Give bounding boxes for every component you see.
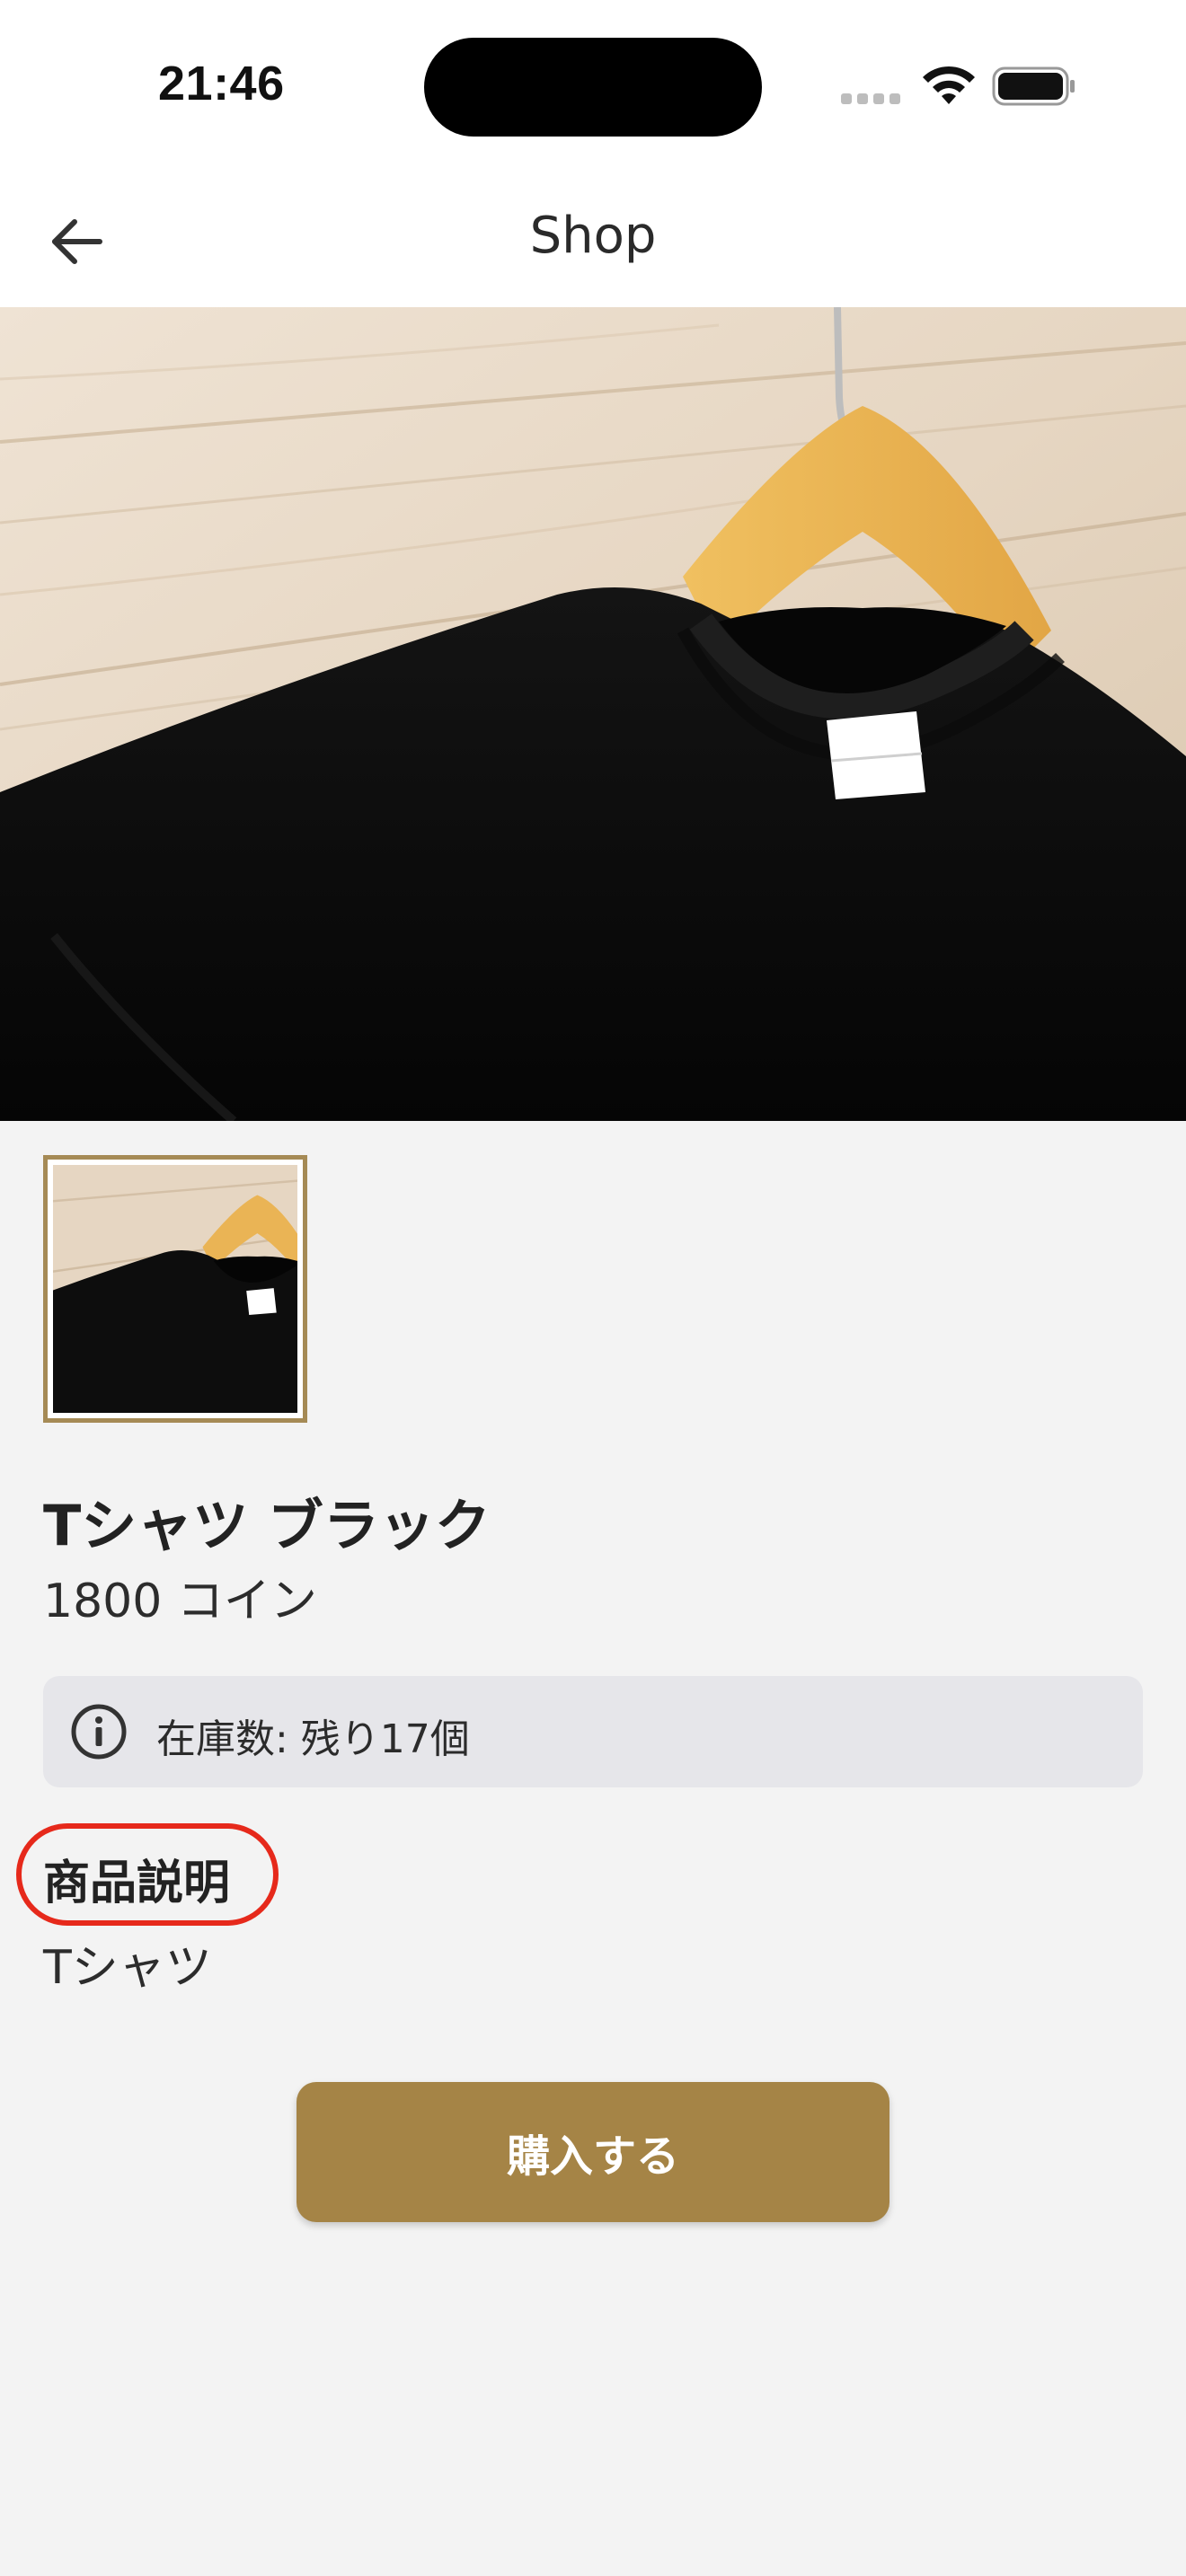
battery-icon [992, 66, 1075, 106]
stock-banner: 在庫数: 残り17個 [43, 1676, 1143, 1787]
product-price: 1800 コイン [43, 1575, 317, 1628]
purchase-button[interactable]: 購入する [296, 2082, 890, 2222]
info-icon [71, 1704, 127, 1760]
description-text: Tシャツ [43, 1941, 212, 1995]
dynamic-island [424, 38, 762, 137]
page-title: Shop [529, 207, 657, 265]
product-thumbnail[interactable] [43, 1155, 307, 1423]
wifi-icon [923, 66, 975, 104]
product-hero-image [0, 307, 1186, 1121]
stock-text: 在庫数: 残り17個 [156, 1716, 470, 1762]
signal-icon [841, 93, 900, 104]
product-name: Tシャツ ブラック [43, 1493, 491, 1558]
status-bar: 21:46 [0, 0, 1186, 171]
nav-bar: Shop [0, 171, 1186, 307]
highlight-annotation [16, 1823, 279, 1926]
status-time: 21:46 [158, 57, 285, 110]
